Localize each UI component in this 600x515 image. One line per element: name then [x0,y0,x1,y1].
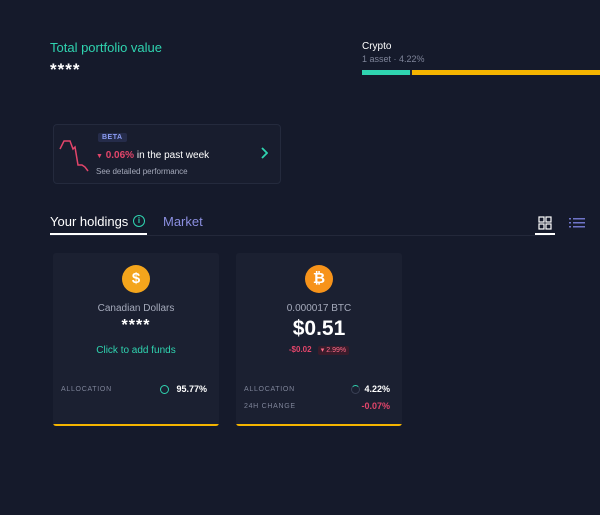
holding-value: **** [121,317,151,334]
allocation-segment-crypto [412,70,600,75]
tab-market[interactable]: Market [163,214,203,229]
down-arrow-icon: ▼ [96,153,103,160]
info-icon[interactable]: i [133,215,145,227]
allocation-ring-icon [160,385,169,394]
performance-change: 0.06% [105,150,135,161]
grid-view-icon[interactable] [535,213,555,235]
detailed-performance-link[interactable]: See detailed performance [96,167,188,176]
allocation-label: ALLOCATION [61,386,112,393]
allocation-value: 95.77% [176,384,207,394]
tab-your-holdings[interactable]: Your holdings [50,214,128,229]
portfolio-value: **** [50,60,81,79]
bitcoin-coin-icon: ₿ [305,265,333,293]
allocation-segment-cad [362,70,410,75]
portfolio-title: Total portfolio value [50,40,163,55]
holding-change: -$0.02 ▾ 2.99% [236,345,402,355]
dollar-coin-icon: $ [122,265,150,293]
allocation-value: 4.22% [364,384,390,394]
holding-card-btc[interactable]: ₿ 0.000017 BTC $0.51 -$0.02 ▾ 2.99% ALLO… [236,253,402,426]
holding-card-cad[interactable]: $ Canadian Dollars **** Click to add fun… [53,253,219,426]
beta-badge: BETA [98,133,127,142]
change-amount: -$0.02 [288,345,312,354]
holding-name: 0.000017 BTC [286,303,352,314]
performance-period: in the past week [136,150,210,161]
card-accent-border [236,424,402,426]
chevron-right-icon[interactable] [260,147,269,162]
holding-name: Canadian Dollars [97,303,175,314]
add-funds-link[interactable]: Click to add funds [53,345,219,356]
tabs-divider [50,235,550,236]
change-24h-label: 24H CHANGE [244,403,296,410]
allocation-bar[interactable] [362,70,600,75]
allocation-ring-icon [351,385,360,394]
performance-summary: ▼ 0.06% in the past week [96,150,209,161]
card-accent-border [53,424,219,426]
allocation-category-subtitle: 1 asset · 4.22% [362,54,425,64]
sparkline-chart-icon [59,140,89,172]
list-view-icon[interactable] [567,213,587,235]
change-24h-value: -0.07% [361,401,390,411]
performance-card[interactable]: BETA ▼ 0.06% in the past week See detail… [53,124,281,184]
holding-value: $0.51 [292,317,346,340]
allocation-label: ALLOCATION [244,386,295,393]
change-percent-badge: ▾ 2.99% [317,346,350,355]
allocation-category-label: Crypto [362,41,392,52]
